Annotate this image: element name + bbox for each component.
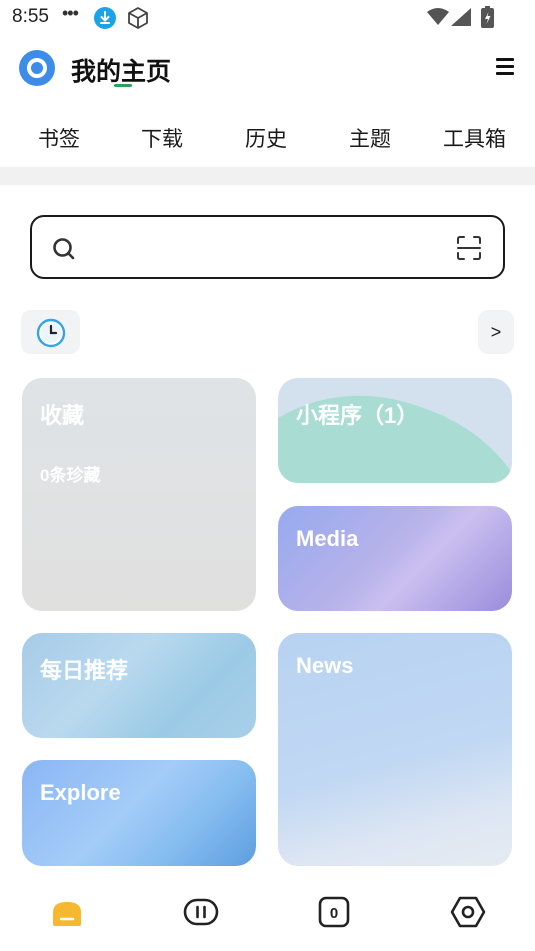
tab-bookmarks[interactable]: 书签 — [38, 123, 80, 153]
status-time: 8:55 — [12, 6, 49, 27]
cellular-signal-icon — [451, 8, 471, 31]
explore-title: Explore — [40, 780, 121, 805]
home-icon[interactable] — [47, 892, 87, 932]
menu-icon[interactable] — [494, 55, 516, 79]
search-bar[interactable] — [30, 215, 505, 279]
download-notification-icon — [94, 7, 116, 29]
news-card[interactable]: News — [278, 633, 512, 866]
news-title: News — [296, 653, 354, 678]
header: 我的主页 — [0, 44, 535, 94]
tab-downloads[interactable]: 下载 — [141, 123, 183, 153]
scan-icon[interactable] — [456, 235, 482, 266]
browser-logo-icon[interactable] — [19, 50, 55, 86]
settings-icon[interactable] — [448, 892, 488, 932]
favorites-title: 收藏 — [40, 403, 85, 428]
media-card[interactable]: Media — [278, 506, 512, 611]
pause-icon[interactable] — [181, 892, 221, 932]
mini-programs-wave-decoration — [278, 395, 512, 483]
more-notifications-icon: ••• — [62, 3, 79, 23]
media-title: Media — [296, 526, 359, 551]
tab-history[interactable]: 历史 — [245, 123, 287, 153]
recent-history-button[interactable] — [21, 310, 80, 354]
battery-icon — [481, 6, 494, 33]
section-divider — [0, 167, 535, 185]
tab-themes[interactable]: 主题 — [349, 123, 391, 153]
mini-programs-card[interactable]: 小程序（1） — [278, 378, 512, 483]
daily-recommendation-card[interactable]: 每日推荐 — [22, 633, 256, 738]
favorites-count: 0条珍藏 — [40, 466, 101, 485]
explore-card[interactable]: Explore — [22, 760, 256, 866]
tab-bar: 书签 下载 历史 主题 工具箱 — [0, 118, 535, 158]
tab-toolbox[interactable]: 工具箱 — [443, 123, 506, 153]
more-button[interactable]: > — [478, 310, 514, 354]
cube-icon — [126, 6, 150, 35]
search-icon[interactable] — [52, 237, 76, 266]
page-title: 我的主页 — [71, 58, 172, 86]
status-bar: 8:55 ••• — [0, 0, 535, 36]
bottom-navigation: 0 — [0, 880, 535, 951]
title-underline — [114, 84, 132, 87]
daily-recommendation-title: 每日推荐 — [40, 658, 129, 683]
wifi-icon — [427, 8, 449, 31]
tab-count: 0 — [330, 905, 338, 922]
search-input[interactable] — [92, 231, 442, 263]
tabs-icon[interactable]: 0 — [314, 892, 354, 932]
favorites-card[interactable]: 收藏 0条珍藏 — [22, 378, 256, 611]
clock-icon — [36, 318, 66, 348]
mini-programs-title: 小程序（1） — [296, 403, 419, 428]
